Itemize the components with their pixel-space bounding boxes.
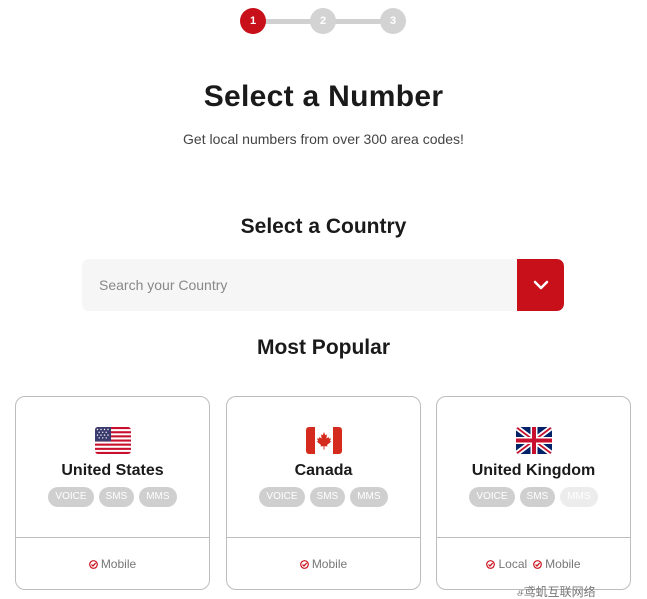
feature-label: Mobile: [545, 557, 581, 571]
page-title: Select a Number: [203, 80, 444, 113]
capability-badges: VOICE SMS MMS: [227, 487, 420, 507]
check-icon: [299, 559, 309, 569]
country-search-input[interactable]: [82, 259, 518, 311]
feature-label: Mobile: [311, 557, 348, 571]
check-icon: [88, 559, 98, 569]
chevron-down-icon: [533, 280, 548, 290]
country-dropdown-button[interactable]: [517, 259, 564, 311]
feature-local: Local: [486, 557, 527, 571]
sms-badge: SMS: [519, 487, 556, 507]
page-subtitle: Get local numbers from over 300 area cod…: [183, 131, 464, 147]
mms-badge: MMS: [350, 487, 388, 507]
country-name: United Kingdom: [471, 462, 596, 479]
capability-badges: VOICE SMS MMS: [16, 487, 209, 507]
voice-badge: VOICE: [469, 487, 515, 507]
feature-label: Local: [498, 557, 528, 571]
step-connector: [332, 19, 382, 24]
sms-badge: SMS: [309, 487, 346, 507]
number-types: Local Mobile: [437, 557, 630, 571]
step-3[interactable]: 3: [380, 8, 406, 34]
us-flag-icon: [95, 427, 131, 454]
country-name: United States: [61, 462, 164, 479]
country-search: [82, 259, 564, 311]
voice-badge: VOICE: [48, 487, 94, 507]
sms-badge: SMS: [98, 487, 135, 507]
step-1-active[interactable]: 1: [240, 8, 266, 34]
check-icon: [486, 559, 496, 569]
progress-stepper: 1 2 3: [240, 8, 406, 34]
voice-badge: VOICE: [259, 487, 305, 507]
mms-badge-disabled: MMS: [560, 487, 598, 507]
feature-label: Mobile: [100, 557, 137, 571]
select-country-heading: Select a Country: [240, 215, 407, 238]
feature-mobile: Mobile: [533, 557, 581, 571]
canada-flag-icon: [306, 427, 342, 454]
mms-badge: MMS: [139, 487, 177, 507]
country-card-united-kingdom[interactable]: United Kingdom VOICE SMS MMS Local Mobil…: [436, 396, 631, 590]
most-popular-heading: Most Popular: [256, 336, 390, 359]
country-name: Canada: [294, 462, 353, 479]
step-2[interactable]: 2: [310, 8, 336, 34]
country-card-united-states[interactable]: United States VOICE SMS MMS Mobile: [15, 396, 210, 590]
card-divider: [227, 537, 420, 538]
feature-mobile: Mobile: [299, 557, 348, 571]
uk-flag-icon: [516, 427, 552, 454]
step-connector: [262, 19, 312, 24]
card-divider: [437, 537, 630, 538]
card-divider: [16, 537, 209, 538]
number-types: Mobile: [16, 557, 209, 571]
check-icon: [533, 559, 543, 569]
watermark: ச鸢虮互联网络: [517, 585, 596, 599]
number-types: Mobile: [227, 557, 420, 571]
feature-mobile: Mobile: [88, 557, 137, 571]
capability-badges: VOICE SMS MMS: [437, 487, 630, 507]
country-card-canada[interactable]: Canada VOICE SMS MMS Mobile: [226, 396, 421, 590]
